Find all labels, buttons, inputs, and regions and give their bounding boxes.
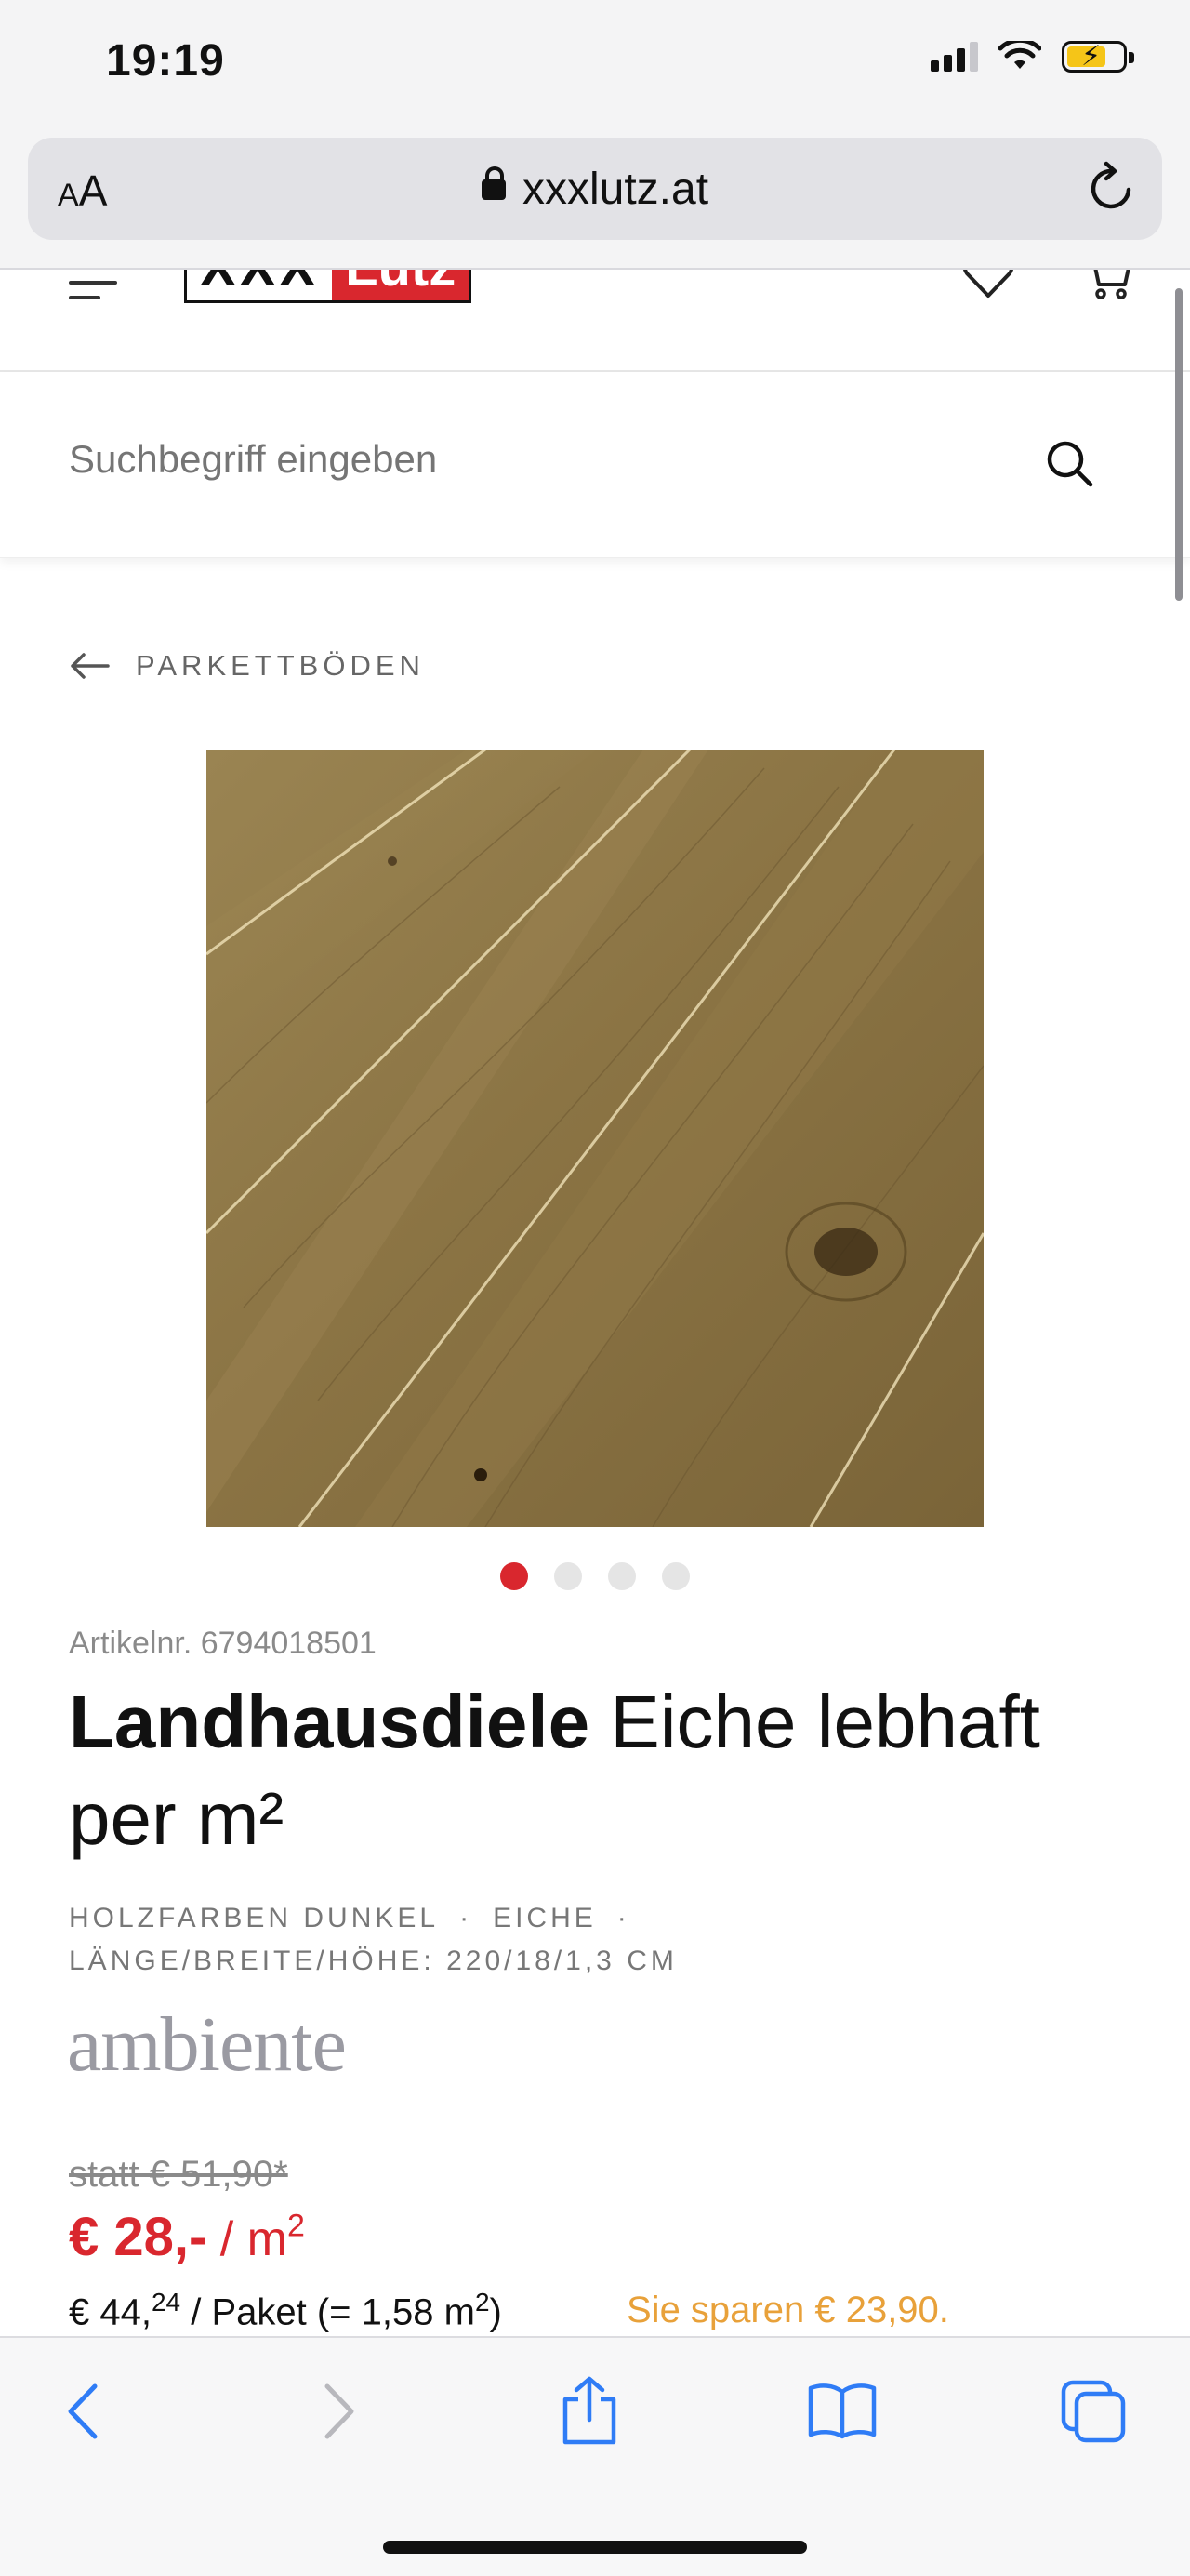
search-input[interactable] xyxy=(69,437,998,482)
cart-icon[interactable] xyxy=(1082,270,1134,303)
carousel-dot[interactable] xyxy=(662,1562,690,1590)
back-icon[interactable] xyxy=(61,2379,106,2444)
url-text: xxxlutz.at xyxy=(522,165,709,214)
breadcrumb-label: PARKETTBÖDEN xyxy=(136,649,425,682)
status-bar: 19:19 ⚡ xyxy=(0,0,1190,130)
product-image[interactable] xyxy=(206,750,984,1527)
battery-icon: ⚡ xyxy=(1062,41,1134,73)
carousel-dot[interactable] xyxy=(500,1562,528,1590)
oak-floor-photo xyxy=(206,750,984,1527)
package-price: € 44,24 / Paket (= 1,58 m2) xyxy=(69,2288,502,2333)
url-display[interactable]: xxxlutz.at xyxy=(28,164,1162,215)
breadcrumb[interactable]: PARKETTBÖDEN xyxy=(69,649,425,683)
logo[interactable]: XXXLutz xyxy=(184,270,472,303)
brand-logo[interactable]: ambiente xyxy=(67,1999,347,2090)
share-icon[interactable] xyxy=(560,2375,619,2446)
article-number: Artikelnr. 6794018501 xyxy=(69,1626,377,1661)
carousel-dot[interactable] xyxy=(554,1562,582,1590)
product-title-bold: Landhausdiele xyxy=(69,1680,590,1763)
search-icon[interactable] xyxy=(1043,437,1097,491)
tabs-icon[interactable] xyxy=(1060,2379,1127,2444)
address-bar[interactable]: AA xxxlutz.at xyxy=(28,138,1162,240)
lock-icon xyxy=(481,166,506,200)
product-attributes: HOLZFARBEN DUNKEL · EICHE · LÄNGE/BREITE/HÖ… xyxy=(69,1897,678,1983)
carousel-indicator xyxy=(0,1562,1190,1590)
home-indicator xyxy=(383,2541,807,2554)
signal-icon xyxy=(931,42,978,72)
browser-toolbar xyxy=(0,2336,1190,2576)
old-price: statt € 51,90* xyxy=(69,2154,288,2195)
wifi-icon xyxy=(998,41,1041,69)
attribute-color[interactable]: HOLZFARBEN DUNKEL xyxy=(69,1903,439,1933)
reload-icon[interactable] xyxy=(1086,160,1138,216)
current-price: € 28,- / m2 xyxy=(69,2207,305,2267)
heart-icon[interactable] xyxy=(961,270,1015,299)
carousel-dot[interactable] xyxy=(608,1562,636,1590)
arrow-left-icon xyxy=(71,653,110,679)
price-unit: / m xyxy=(206,2212,287,2266)
browser-chrome: AA xxxlutz.at xyxy=(0,130,1190,270)
scrollbar[interactable] xyxy=(1175,288,1183,601)
bookmarks-icon[interactable] xyxy=(807,2383,878,2440)
attribute-wood[interactable]: EICHE xyxy=(493,1903,597,1933)
status-icons: ⚡ xyxy=(931,41,1134,73)
forward-icon[interactable] xyxy=(316,2379,361,2444)
attribute-dimensions: LÄNGE/BREITE/HÖHE: 220/18/1,3 CM xyxy=(69,1945,678,1976)
menu-icon[interactable] xyxy=(69,270,117,299)
search-bar xyxy=(0,372,1190,558)
savings-text: Sie sparen € 23,90. xyxy=(627,2290,949,2330)
status-time: 19:19 xyxy=(106,36,225,86)
site-header: XXXLutz xyxy=(0,270,1190,372)
product-title: Landhausdiele Eiche lebhaft per m² xyxy=(69,1674,1129,1867)
price-value: € 28,- xyxy=(69,2207,207,2267)
